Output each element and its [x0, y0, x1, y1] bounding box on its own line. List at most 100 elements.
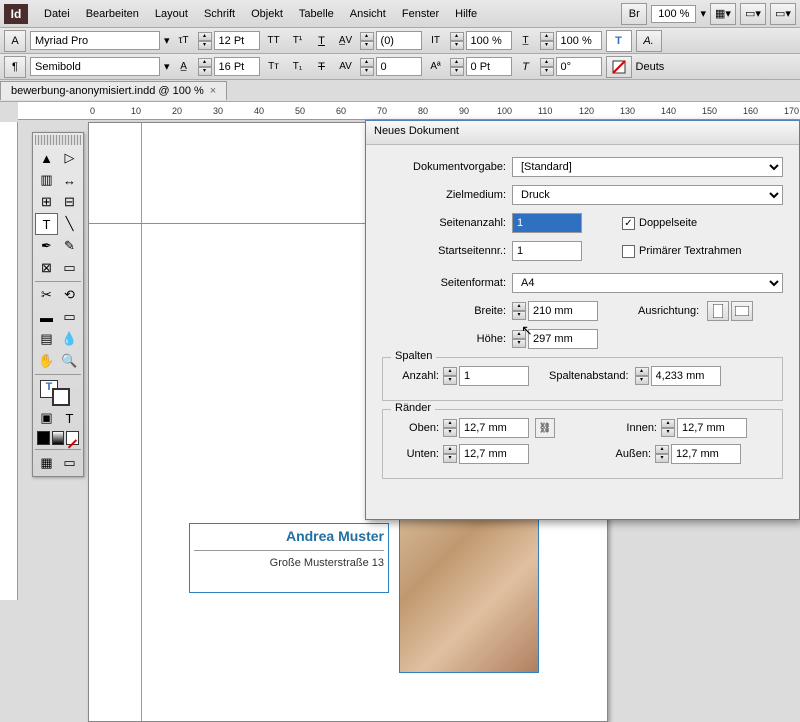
photo-frame[interactable] [399, 513, 539, 673]
direct-selection-tool-icon[interactable]: ▷ [58, 147, 81, 169]
columns-count-input[interactable] [459, 366, 529, 386]
height-input[interactable] [528, 329, 598, 349]
guide-vertical[interactable] [141, 123, 142, 721]
char-style-icon[interactable]: A. [636, 30, 662, 52]
step-down[interactable]: ▾ [450, 41, 464, 50]
superscript-icon[interactable]: T¹ [288, 31, 308, 51]
orientation-landscape-icon[interactable] [731, 301, 753, 321]
document-tab[interactable]: bewerbung-anonymisiert.indd @ 100 % × [0, 81, 227, 100]
step-down[interactable]: ▾ [635, 376, 649, 385]
hand-tool-icon[interactable]: ✋ [35, 350, 58, 372]
tools-panel[interactable]: ▲▷ ▥↔ ⊞⊟ T╲ ✒✎ ⊠▭ ✂⟲ ▬▭ ▤💧 ✋🔍 T ▣T ▦▭ [32, 132, 84, 477]
screen-mode-icon[interactable]: ▭▾ [740, 3, 766, 25]
width-input[interactable] [528, 301, 598, 321]
selection-tool-icon[interactable]: ▲ [35, 147, 58, 169]
step-down[interactable]: ▾ [443, 376, 457, 385]
menu-objekt[interactable]: Objekt [243, 4, 291, 24]
step-up[interactable]: ▴ [198, 58, 212, 67]
step-down[interactable]: ▾ [443, 428, 457, 437]
step-up[interactable]: ▴ [512, 330, 526, 339]
menu-tabelle[interactable]: Tabelle [291, 4, 342, 24]
intent-select[interactable]: Druck [512, 185, 783, 205]
formatting-text-icon[interactable]: T [58, 407, 81, 429]
gradient-feather-icon[interactable]: ▭ [58, 306, 81, 328]
baseline-field[interactable] [466, 57, 512, 76]
kerning-field[interactable] [376, 31, 422, 50]
type-tool-icon[interactable]: T [35, 213, 58, 235]
vertical-ruler[interactable] [0, 122, 18, 600]
tracking-field[interactable] [376, 57, 422, 76]
bridge-button[interactable]: Br [621, 3, 647, 25]
step-up[interactable]: ▴ [655, 445, 669, 454]
note-tool-icon[interactable]: ▤ [35, 328, 58, 350]
startpage-input[interactable] [512, 241, 582, 261]
rectangle-frame-icon[interactable]: ⊠ [35, 257, 58, 279]
step-up[interactable]: ▴ [540, 58, 554, 67]
margin-inside-input[interactable] [677, 418, 747, 438]
step-up[interactable]: ▴ [661, 419, 675, 428]
arrange-icon[interactable]: ▭▾ [770, 3, 796, 25]
menu-ansicht[interactable]: Ansicht [342, 4, 394, 24]
strike-icon[interactable]: T [312, 57, 332, 77]
view-mode-normal-icon[interactable]: ▦ [35, 452, 58, 474]
pagesize-select[interactable]: A4 [512, 273, 783, 293]
apply-color-icon[interactable] [37, 431, 50, 445]
content-placer-icon[interactable]: ⊟ [58, 191, 81, 213]
menu-bearbeiten[interactable]: Bearbeiten [78, 4, 147, 24]
para-format-icon[interactable]: ¶ [4, 56, 26, 78]
step-up[interactable]: ▴ [360, 58, 374, 67]
horizontal-ruler[interactable]: 0 10 20 30 40 50 60 70 80 90 100 110 120… [18, 102, 800, 120]
step-up[interactable]: ▴ [198, 32, 212, 41]
gap-tool-icon[interactable]: ↔ [58, 169, 81, 191]
font-style-select[interactable] [30, 57, 160, 76]
step-down[interactable]: ▾ [512, 339, 526, 348]
allcaps-icon[interactable]: TT [264, 31, 284, 51]
step-up[interactable]: ▴ [540, 32, 554, 41]
line-tool-icon[interactable]: ╲ [58, 213, 81, 235]
gutter-input[interactable] [651, 366, 721, 386]
page-tool-icon[interactable]: ▥ [35, 169, 58, 191]
pen-tool-icon[interactable]: ✒ [35, 235, 58, 257]
zoom-tool-icon[interactable]: 🔍 [58, 350, 81, 372]
step-down[interactable]: ▾ [360, 67, 374, 76]
step-down[interactable]: ▾ [360, 41, 374, 50]
step-down[interactable]: ▾ [540, 41, 554, 50]
vscale-field[interactable] [466, 31, 512, 50]
step-down[interactable]: ▾ [198, 67, 212, 76]
margin-top-input[interactable] [459, 418, 529, 438]
fill-color-icon[interactable]: T [606, 30, 632, 52]
step-down[interactable]: ▾ [540, 67, 554, 76]
close-tab-icon[interactable]: × [210, 85, 216, 97]
text-frame-name[interactable]: Andrea Muster Große Musterstraße 13 [189, 523, 389, 593]
view-options-icon[interactable]: ▦▾ [710, 3, 736, 25]
formatting-container-icon[interactable]: ▣ [35, 407, 58, 429]
step-down[interactable]: ▾ [655, 454, 669, 463]
step-down[interactable]: ▾ [661, 428, 675, 437]
step-up[interactable]: ▴ [443, 445, 457, 454]
zoom-display[interactable]: 100 % [651, 5, 696, 23]
scissors-tool-icon[interactable]: ✂ [35, 284, 58, 306]
font-size-field[interactable] [214, 31, 260, 50]
step-up[interactable]: ▴ [450, 58, 464, 67]
step-up[interactable]: ▴ [450, 32, 464, 41]
hscale-field[interactable] [556, 31, 602, 50]
step-up[interactable]: ▴ [512, 302, 526, 311]
margin-outside-input[interactable] [671, 444, 741, 464]
language-select[interactable]: Deuts [636, 61, 665, 73]
apply-none-icon[interactable] [66, 431, 79, 445]
preset-select[interactable]: [Standard] [512, 157, 783, 177]
step-down[interactable]: ▾ [450, 67, 464, 76]
menu-hilfe[interactable]: Hilfe [447, 4, 485, 24]
step-up[interactable]: ▴ [635, 367, 649, 376]
menu-datei[interactable]: Datei [36, 4, 78, 24]
primary-frame-checkbox[interactable]: Primärer Textrahmen [622, 245, 742, 258]
content-collector-icon[interactable]: ⊞ [35, 191, 58, 213]
dropdown-icon[interactable]: ▾ [164, 34, 170, 47]
apply-gradient-icon[interactable] [52, 431, 65, 445]
dropdown-icon[interactable]: ▾ [700, 7, 706, 20]
menu-layout[interactable]: Layout [147, 4, 196, 24]
no-fill-icon[interactable] [606, 56, 632, 78]
step-down[interactable]: ▾ [443, 454, 457, 463]
step-up[interactable]: ▴ [443, 419, 457, 428]
facing-pages-checkbox[interactable]: ✓Doppelseite [622, 217, 697, 230]
